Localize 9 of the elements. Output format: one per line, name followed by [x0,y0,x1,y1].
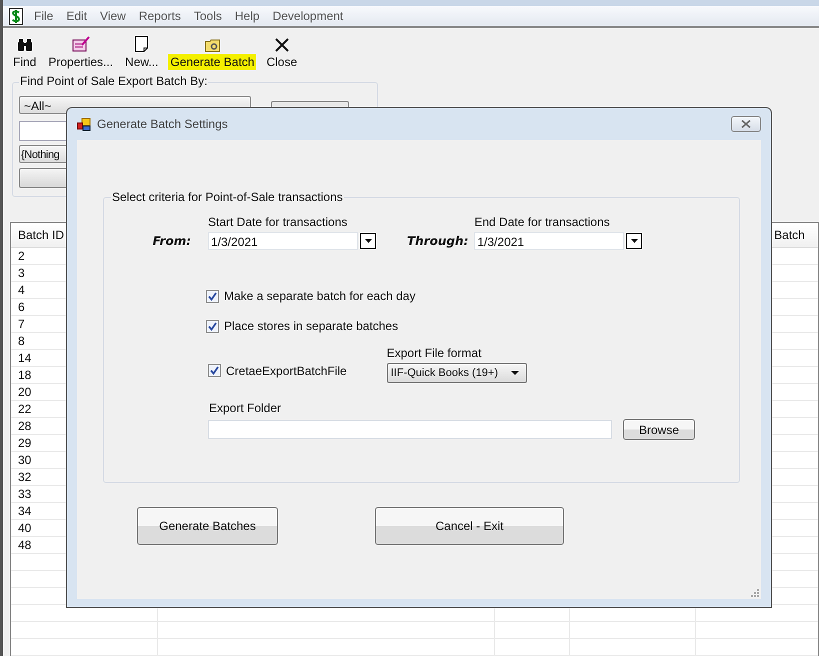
folder-label: Export Folder [209,401,282,415]
from-label: From: [152,234,191,248]
group-title: Find Point of Sale Export Batch By: [19,74,208,88]
start-date-label: Start Date for transactions [208,215,348,229]
group-title: Select criteria for Point-of-Sale transactions [111,190,344,204]
format-label: Export File format [386,346,482,360]
dialog-title: Generate Batch Settings [97,117,228,131]
through-label: Through: [407,234,468,248]
end-date-label: End Date for transactions [474,215,611,229]
